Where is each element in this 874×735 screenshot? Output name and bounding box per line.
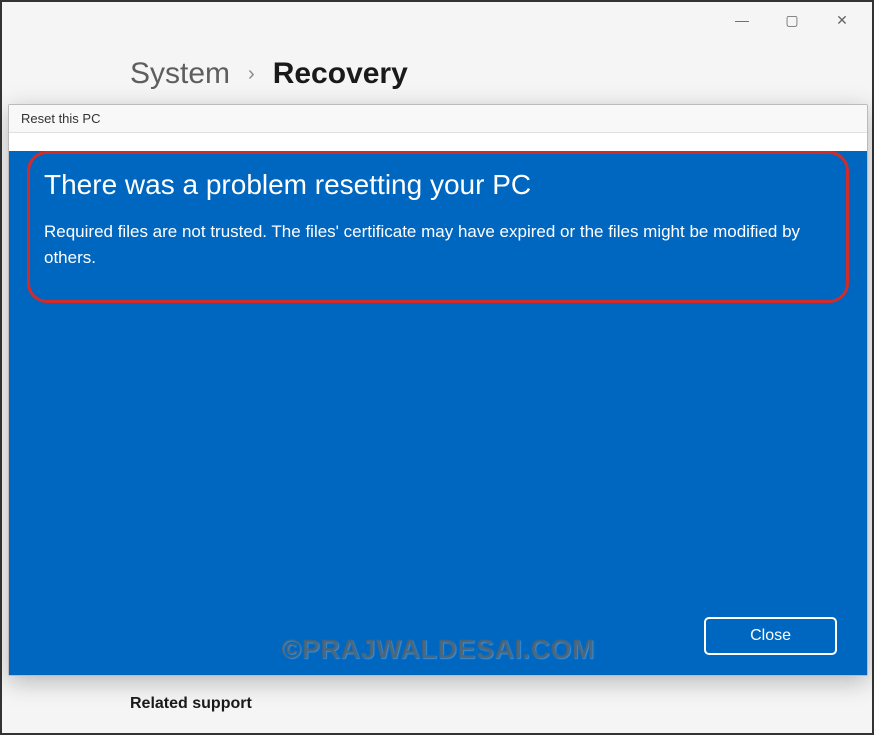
breadcrumb-current: Recovery xyxy=(273,57,408,91)
dialog-body: There was a problem resetting your PC Re… xyxy=(9,151,867,675)
watermark: ©PRAJWALDESAI.COM xyxy=(281,634,594,665)
minimize-button[interactable]: — xyxy=(727,10,757,30)
dialog-title: Reset this PC xyxy=(9,105,867,133)
maximize-button[interactable]: ▢ xyxy=(777,10,807,30)
error-message-box: There was a problem resetting your PC Re… xyxy=(27,151,849,303)
window-controls: — ▢ ✕ xyxy=(712,2,872,38)
close-button[interactable]: Close xyxy=(704,617,837,655)
error-heading: There was a problem resetting your PC xyxy=(44,169,826,201)
related-support-heading: Related support xyxy=(130,695,252,713)
chevron-right-icon: › xyxy=(248,63,255,86)
close-window-button[interactable]: ✕ xyxy=(827,10,857,30)
reset-pc-dialog: Reset this PC There was a problem resett… xyxy=(8,104,868,676)
dialog-footer: Close xyxy=(704,617,837,655)
breadcrumb-parent[interactable]: System xyxy=(130,57,230,91)
error-text: Required files are not trusted. The file… xyxy=(44,219,826,272)
